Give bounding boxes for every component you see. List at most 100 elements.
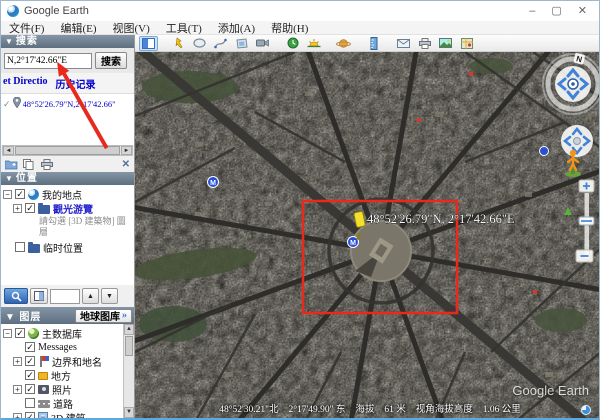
- menu-tools[interactable]: 工具(T): [166, 20, 202, 36]
- move-up-icon[interactable]: ▲: [82, 288, 99, 304]
- tree-item-label[interactable]: 觀光游覽: [53, 201, 93, 216]
- satellite-map[interactable]: M M 48°52'26.79"N, 2°17'42.66"E: [135, 52, 599, 418]
- results-panel-icon[interactable]: [30, 288, 48, 304]
- print-icon[interactable]: [41, 159, 53, 170]
- window-title: Google Earth: [24, 5, 529, 17]
- layers-panel-header: ▼ 图层 地球图库»: [1, 307, 134, 324]
- status-bar: 48°52'30.21"北 2°17'49.90" 东 海拔 61 米 视角海拔…: [163, 401, 577, 415]
- switch-planet-icon[interactable]: [334, 36, 353, 51]
- ruler-icon[interactable]: [364, 36, 383, 51]
- layer-roads[interactable]: 道路: [13, 396, 122, 410]
- earth-gallery-button[interactable]: 地球图库»: [75, 309, 132, 323]
- add-path-icon[interactable]: [211, 36, 230, 51]
- checkbox[interactable]: ✓: [15, 328, 25, 338]
- historical-imagery-icon[interactable]: [283, 36, 302, 51]
- menu-add[interactable]: 添加(A): [218, 20, 255, 36]
- save-image-icon[interactable]: [436, 36, 455, 51]
- move-joystick[interactable]: [561, 125, 593, 157]
- tab-history[interactable]: 历史记录: [56, 76, 96, 91]
- add-folder-icon[interactable]: [5, 159, 17, 170]
- place-tag-icon: [38, 372, 48, 380]
- add-polygon-icon[interactable]: [190, 36, 209, 51]
- tree-item-temporary-places[interactable]: 临时位置: [3, 240, 134, 254]
- scroll-up-icon[interactable]: ▲: [124, 324, 134, 335]
- building-icon: [38, 412, 48, 418]
- scroll-right-icon[interactable]: ►: [121, 146, 132, 155]
- photo-icon: [38, 385, 49, 394]
- checkbox[interactable]: [15, 242, 25, 252]
- search-filter-icon[interactable]: [4, 288, 28, 304]
- expander-icon[interactable]: +: [13, 204, 22, 213]
- layer-primary-database[interactable]: − ✓ 主数据库: [3, 326, 122, 340]
- folder-icon: [38, 205, 50, 214]
- places-panel-header[interactable]: ▼位置: [1, 172, 134, 185]
- clear-results-icon[interactable]: ✕: [122, 159, 130, 170]
- print-map-icon[interactable]: [415, 36, 434, 51]
- search-input[interactable]: [4, 53, 92, 69]
- tree-item-label[interactable]: 我的地点: [42, 187, 82, 202]
- tree-item-label[interactable]: 临时位置: [43, 240, 83, 255]
- menu-file[interactable]: 文件(F): [9, 20, 44, 36]
- horizontal-scrollbar[interactable]: ◄ ►: [2, 145, 133, 156]
- vertical-scrollbar[interactable]: ▲ ▼: [123, 324, 134, 418]
- layer-messages[interactable]: ✓ Messages: [13, 340, 122, 354]
- checkbox[interactable]: ✓: [25, 412, 35, 418]
- search-panel-header[interactable]: ▼搜索: [1, 35, 134, 48]
- expander-icon[interactable]: +: [13, 413, 22, 419]
- tree-item-label[interactable]: 3D 建筑: [51, 410, 86, 419]
- tree-item-label[interactable]: 地方: [51, 368, 71, 383]
- checkbox[interactable]: ✓: [25, 342, 35, 352]
- scroll-down-icon[interactable]: ▼: [124, 407, 134, 418]
- checkbox[interactable]: ✓: [15, 189, 25, 199]
- checkbox[interactable]: ✓: [25, 203, 35, 213]
- email-icon[interactable]: [394, 36, 413, 51]
- search-actions-row: ✕: [1, 156, 134, 172]
- checkbox[interactable]: [25, 398, 35, 408]
- layer-3d-buildings[interactable]: + ✓ 3D 建筑: [13, 410, 122, 418]
- layer-borders-labels[interactable]: + ✓ 边界和地名: [13, 354, 122, 368]
- menu-edit[interactable]: 编辑(E): [60, 20, 96, 36]
- menu-view[interactable]: 视图(V): [113, 20, 150, 36]
- tree-item-sightseeing[interactable]: + ✓ 觀光游覽: [13, 201, 134, 215]
- sidebar-panel-toggle-icon[interactable]: [139, 36, 158, 51]
- tree-item-my-places[interactable]: − ✓ 我的地点: [3, 187, 134, 201]
- scrollbar-thumb[interactable]: [125, 336, 133, 356]
- add-image-overlay-icon[interactable]: [232, 36, 251, 51]
- copy-icon[interactable]: [23, 159, 35, 170]
- tree-item-label[interactable]: 边界和地名: [52, 354, 102, 369]
- checkbox[interactable]: ✓: [25, 370, 35, 380]
- move-down-icon[interactable]: ▼: [101, 288, 118, 304]
- minimize-button[interactable]: –: [529, 6, 535, 17]
- expander-icon[interactable]: +: [13, 357, 22, 366]
- tree-item-label[interactable]: 照片: [52, 382, 72, 397]
- tab-get-directions[interactable]: et Directio: [3, 76, 48, 91]
- layer-places[interactable]: ✓ 地方: [13, 368, 122, 382]
- close-button[interactable]: ✕: [578, 6, 587, 17]
- checkbox[interactable]: ✓: [25, 356, 35, 366]
- layers-header-label[interactable]: ▼ 图层: [5, 308, 75, 323]
- tree-item-label[interactable]: 主数据库: [42, 326, 82, 341]
- record-tour-icon[interactable]: [253, 36, 272, 51]
- expander-icon[interactable]: −: [3, 190, 12, 199]
- expander-icon[interactable]: +: [13, 385, 22, 394]
- tree-item-label[interactable]: 道路: [53, 396, 73, 411]
- menu-help[interactable]: 帮助(H): [271, 20, 308, 36]
- map-viewport[interactable]: M M 48°52'26.79"N, 2°17'42.66"E: [135, 52, 599, 418]
- status-elevation-label: 海拔: [355, 401, 374, 415]
- checkbox[interactable]: ✓: [25, 384, 35, 394]
- filter-input[interactable]: [50, 289, 80, 304]
- search-form: 搜索: [1, 48, 134, 73]
- scrollbar-thumb[interactable]: [15, 146, 120, 155]
- scroll-left-icon[interactable]: ◄: [3, 146, 14, 155]
- result-coordinates[interactable]: 48°52'26.79"N,2°17'42.66": [23, 99, 116, 109]
- search-result-item[interactable]: ✓ 48°52'26.79"N,2°17'42.66": [3, 97, 132, 111]
- maximize-button[interactable]: ▢: [551, 6, 561, 17]
- search-results: ✓ 48°52'26.79"N,2°17'42.66": [1, 93, 134, 145]
- view-in-google-maps-icon[interactable]: [457, 36, 476, 51]
- tree-item-label[interactable]: Messages: [38, 342, 77, 353]
- search-button[interactable]: 搜索: [95, 52, 127, 69]
- layer-photos[interactable]: + ✓ 照片: [13, 382, 122, 396]
- expander-icon[interactable]: −: [3, 329, 12, 338]
- sunlight-icon[interactable]: [304, 36, 323, 51]
- add-placemark-icon[interactable]: [169, 36, 188, 51]
